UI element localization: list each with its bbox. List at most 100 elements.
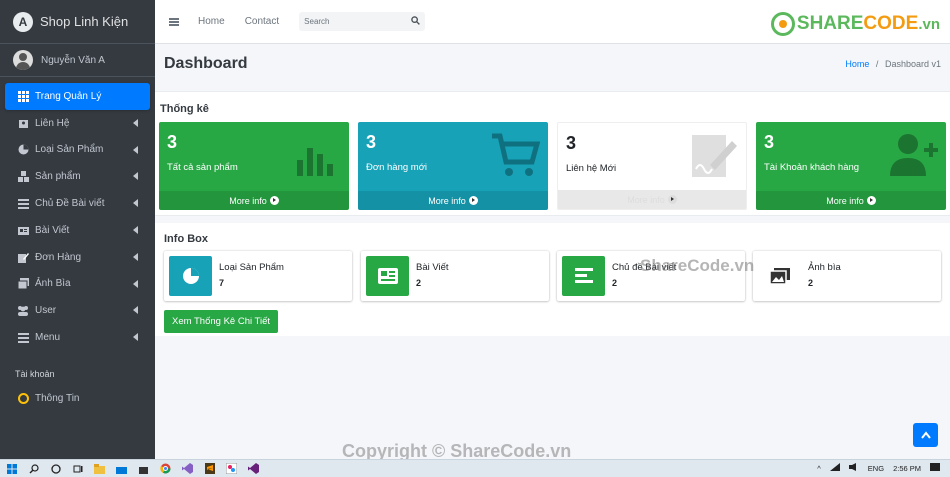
info-box-categories: Loại Sản Phẩm 7 — [164, 251, 352, 301]
back-to-top-button[interactable] — [913, 423, 938, 447]
sharecode-logo: SHARE CODE .vn — [770, 12, 940, 36]
infobox-panel: Info Box Loại Sản Phẩm 7 Bài Viết 2 Chủ … — [155, 223, 950, 336]
brand-logo: A — [13, 11, 33, 32]
app-window: A Shop Linh Kiện Nguyễn Văn A Trang Quản… — [0, 0, 950, 477]
infobox-title: Info Box — [164, 233, 208, 245]
shopping-cart-icon — [492, 133, 540, 176]
bar-chart-icon — [297, 148, 333, 176]
search-input[interactable] — [304, 17, 395, 26]
chevron-up-icon[interactable]: ^ — [817, 464, 821, 473]
search-box — [299, 12, 426, 31]
sidebar-item-categories[interactable]: Loại Sản Phẩm — [5, 137, 150, 164]
view-detailed-stats-button[interactable]: Xem Thống Kê Chi Tiết — [164, 310, 279, 333]
visual-studio-icon[interactable] — [182, 463, 193, 474]
clock[interactable]: 2:56 PM — [893, 464, 921, 473]
breadcrumb-home[interactable]: Home — [845, 59, 869, 69]
chevron-left-icon — [133, 145, 138, 154]
sidebar-item-label: Loại Sản Phẩm — [35, 144, 104, 156]
vs-code-icon[interactable] — [248, 463, 259, 474]
cortana-icon[interactable] — [50, 463, 61, 474]
page-title: Dashboard — [164, 55, 248, 72]
info-box-label: Ảnh bìa — [808, 262, 841, 273]
volume-icon[interactable] — [848, 463, 859, 473]
stat-box-customers: 3 Tài Khoản khách hàng More info — [756, 122, 946, 210]
sidebar-item-info[interactable]: Thông Tin — [5, 385, 150, 412]
language-indicator[interactable]: ENG — [868, 464, 884, 473]
avatar — [13, 50, 33, 70]
sidebar-item-products[interactable]: Sản phẩm — [5, 163, 150, 190]
sidebar-item-dashboard[interactable]: Trang Quản Lý — [5, 83, 150, 110]
more-info-link[interactable]: More info — [756, 191, 946, 210]
bag-icon[interactable] — [138, 463, 149, 474]
stat-label: Liên hệ Mới — [566, 163, 617, 174]
stat-number: 3 — [366, 132, 377, 152]
nav-link-home[interactable]: Home — [198, 16, 225, 27]
sidebar-item-contact[interactable]: Liên Hệ — [5, 110, 150, 137]
sidebar-item-posts[interactable]: Bài Viết — [5, 217, 150, 244]
sidebar-item-orders[interactable]: Đơn Hàng — [5, 244, 150, 271]
info-box-value: 7 — [219, 278, 225, 288]
more-info-link[interactable]: More info — [358, 191, 548, 210]
arrow-circle-right-icon — [866, 196, 876, 205]
sidebar-item-label: Ảnh Bìa — [35, 278, 71, 290]
sidebar-item-cover-images[interactable]: Ảnh Bìa — [5, 271, 150, 298]
grid-icon — [17, 90, 29, 102]
chrome-icon[interactable] — [160, 463, 171, 474]
file-explorer-icon[interactable] — [94, 463, 105, 474]
brand-text: Shop Linh Kiện — [40, 14, 129, 29]
sidebar-item-post-topics[interactable]: Chủ Đề Bài viết — [5, 190, 150, 217]
notification-icon[interactable] — [930, 462, 940, 474]
more-info-link[interactable]: More info — [159, 191, 349, 210]
breadcrumb: Home / Dashboard v1 — [845, 59, 941, 69]
newspaper-icon — [366, 256, 409, 296]
user-name: Nguyễn Văn A — [41, 54, 105, 66]
chevron-left-icon — [133, 306, 138, 315]
sidebar-item-label: Trang Quản Lý — [35, 90, 102, 102]
user-panel[interactable]: Nguyễn Văn A — [0, 44, 155, 77]
stat-label: Tất cả sản phẩm — [167, 162, 238, 173]
images-icon — [758, 256, 801, 296]
more-info-link[interactable]: More info — [558, 190, 746, 209]
watermark-text: ShareCode.vn — [640, 256, 755, 275]
sidebar-item-user[interactable]: User — [5, 297, 150, 324]
edit-icon — [17, 251, 29, 263]
chevron-up-icon — [920, 431, 931, 439]
chevron-left-icon — [133, 199, 138, 208]
sidebar-item-label: Bài Viết — [35, 224, 70, 236]
task-view-icon[interactable] — [72, 463, 83, 474]
paint-icon[interactable] — [226, 463, 237, 474]
list-icon — [17, 198, 29, 210]
chevron-left-icon — [133, 279, 138, 288]
search-icon[interactable] — [28, 463, 39, 474]
align-left-icon — [562, 256, 605, 296]
nav-link-contact[interactable]: Contact — [245, 16, 279, 27]
stats-panel: Thống kê 3 Tất cả sản phẩm More info 3 Đ… — [155, 91, 950, 216]
stat-number: 3 — [764, 132, 775, 152]
sidebar-item-label: Sản phẩm — [35, 171, 81, 183]
sidebar-item-label: Thông Tin — [35, 392, 80, 404]
sidebar-account-header: Tài khoản — [15, 368, 55, 379]
sidebar-item-label: Chủ Đề Bài viết — [35, 198, 105, 210]
user-plus-icon — [890, 134, 938, 176]
pie-chart-icon — [169, 256, 212, 296]
newspaper-icon — [17, 224, 29, 236]
chevron-left-icon — [133, 252, 138, 261]
sidebar-item-label: Liên Hệ — [35, 117, 70, 129]
info-box-cover-images: Ảnh bìa 2 — [753, 251, 941, 301]
search-icon[interactable] — [411, 15, 421, 28]
signature-icon — [692, 135, 737, 177]
network-icon[interactable] — [829, 463, 840, 473]
hamburger-icon[interactable] — [169, 17, 179, 26]
info-box-label: Bài Viết — [416, 262, 449, 273]
stats-title: Thống kê — [160, 103, 209, 115]
sidebar-item-menu[interactable]: Menu — [5, 324, 150, 351]
sublime-icon[interactable] — [204, 463, 215, 474]
bars-icon — [17, 332, 29, 344]
contact-card-icon — [17, 117, 29, 129]
windows-start-icon[interactable] — [6, 463, 17, 474]
info-box-value: 2 — [416, 278, 422, 288]
arrow-circle-right-icon — [468, 196, 478, 205]
sharecode-logo-icon — [770, 12, 795, 36]
brand-link[interactable]: A Shop Linh Kiện — [0, 0, 155, 44]
store-icon[interactable] — [116, 463, 127, 474]
